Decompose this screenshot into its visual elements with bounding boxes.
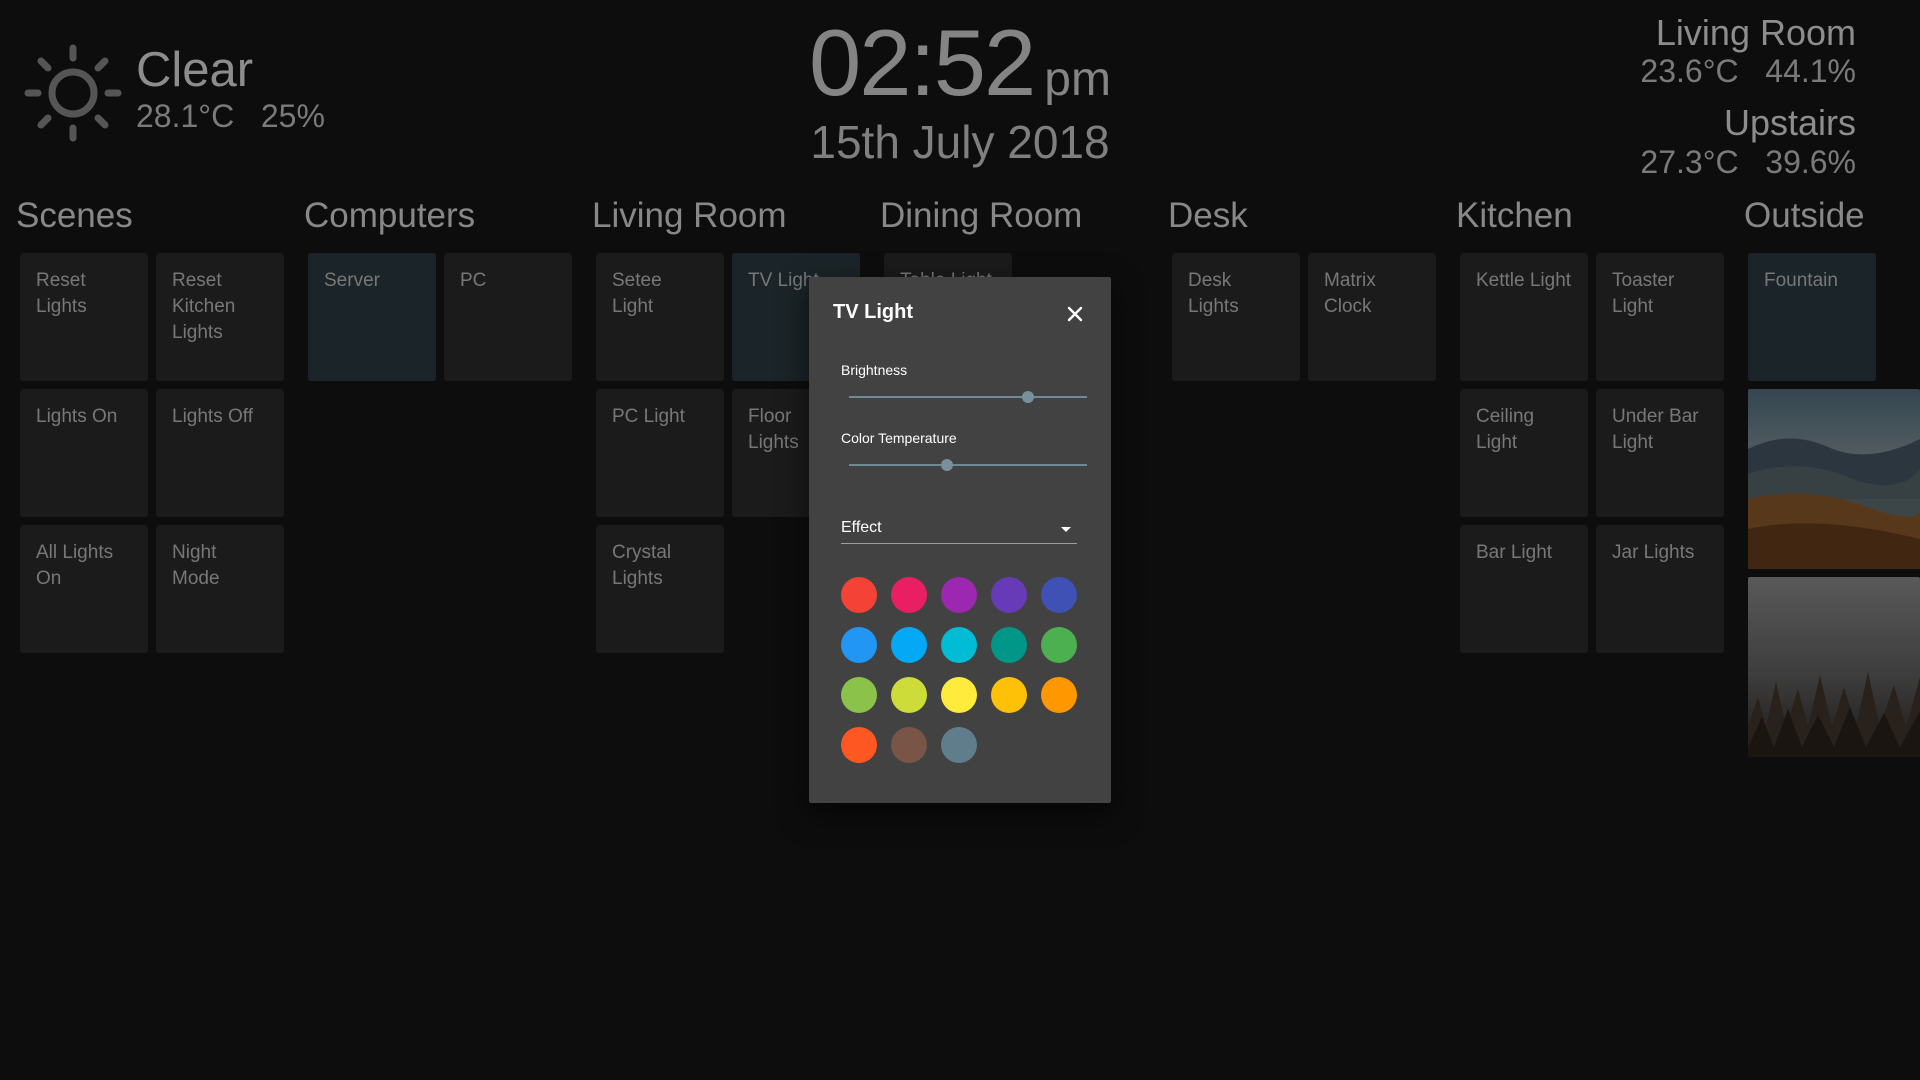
dialog-title: TV Light [833,301,913,323]
color-swatch[interactable] [891,727,927,763]
effect-select[interactable]: Effect [841,515,1077,544]
color-swatch[interactable] [1041,627,1077,663]
color-swatch[interactable] [891,577,927,613]
slider-track [849,464,1087,466]
color-swatch[interactable] [941,627,977,663]
color-temperature-label: Color Temperature [841,430,957,446]
color-swatch[interactable] [941,727,977,763]
brightness-label: Brightness [841,362,908,378]
color-swatch[interactable] [1041,677,1077,713]
caret-down-icon [1061,527,1071,532]
color-swatch[interactable] [891,677,927,713]
color-swatch[interactable] [891,627,927,663]
color-swatch[interactable] [991,627,1027,663]
color-swatch[interactable] [841,577,877,613]
effect-select-label: Effect [841,519,882,536]
slider-thumb[interactable] [1021,391,1034,403]
close-icon[interactable] [1063,302,1087,326]
light-control-dialog: TV Light Brightness Color Temperature Ef… [809,277,1111,803]
color-swatch[interactable] [991,577,1027,613]
color-swatch[interactable] [941,677,977,713]
slider-thumb[interactable] [940,459,953,471]
brightness-slider[interactable] [849,389,1087,405]
slider-track [849,396,1087,398]
color-swatch[interactable] [841,727,877,763]
color-swatch[interactable] [841,627,877,663]
color-swatch[interactable] [941,577,977,613]
color-swatch[interactable] [991,677,1027,713]
color-swatch[interactable] [1041,577,1077,613]
color-swatch[interactable] [841,677,877,713]
color-temperature-slider[interactable] [849,457,1087,473]
